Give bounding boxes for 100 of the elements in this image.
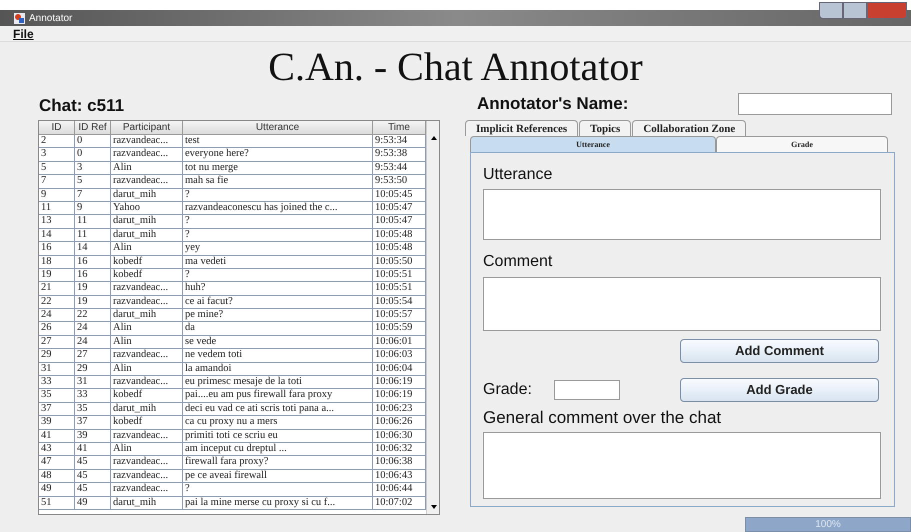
annotator-name-field[interactable]: [738, 92, 892, 114]
table-cell: razvandeac...: [111, 175, 183, 188]
grade-label: Grade:: [483, 380, 532, 400]
table-cell: 3: [39, 148, 75, 161]
table-cell: ?: [183, 483, 373, 496]
column-header[interactable]: ID: [39, 121, 75, 134]
column-header[interactable]: Time: [373, 121, 426, 134]
table-cell: darut_mih: [111, 215, 183, 228]
table-cell: 33: [39, 376, 75, 388]
table-cell: everyone here?: [183, 148, 373, 161]
table-cell: 19: [39, 268, 75, 282]
table-cell: 0: [75, 148, 111, 161]
tab[interactable]: Topics: [579, 120, 632, 136]
window-title: Annotator: [29, 12, 72, 26]
table-cell: 49: [75, 496, 111, 509]
table-cell: ?: [183, 188, 373, 201]
table-cell: am inceput cu dreptul ...: [183, 442, 373, 456]
add-comment-button[interactable]: Add Comment: [680, 339, 879, 363]
table-cell: 45: [75, 483, 111, 496]
table-cell: Alin: [111, 162, 183, 174]
table-cell: 7: [39, 175, 75, 188]
table-cell: 2: [39, 135, 75, 148]
table-cell: 27: [39, 336, 75, 348]
table-cell: razvandeac...: [111, 296, 183, 308]
table-cell: yey: [183, 242, 373, 255]
table-cell: razvandeac...: [111, 148, 183, 161]
table-cell: 11: [75, 228, 111, 242]
table-cell: razvandeac...: [111, 376, 183, 388]
table-cell: kobedf: [111, 389, 183, 402]
column-header[interactable]: Utterance: [183, 121, 373, 134]
tab[interactable]: Collaboration Zone: [632, 120, 746, 136]
table-cell: 11: [39, 202, 75, 214]
app-icon: [14, 12, 25, 24]
table-cell: tot nu merge: [183, 162, 373, 174]
general-comment-box[interactable]: [483, 432, 881, 500]
comment-box[interactable]: [483, 277, 881, 331]
table-cell: razvandeac...: [111, 282, 183, 295]
tab[interactable]: Utterance: [470, 136, 716, 152]
table-cell: 45: [75, 456, 111, 469]
table-cell: razvandeac...: [111, 483, 183, 496]
table-cell: 27: [75, 349, 111, 362]
table-cell: 45: [75, 470, 111, 482]
table-cell: darut_mih: [111, 309, 183, 322]
table-cell: 35: [75, 402, 111, 416]
table-cell: 33: [75, 389, 111, 402]
table-cell: 14: [39, 228, 75, 242]
table-cell: kobedf: [111, 416, 183, 429]
tab[interactable]: Grade: [716, 136, 888, 152]
table-cell: ce ai facut?: [183, 296, 373, 308]
grade-field[interactable]: [554, 380, 620, 400]
table-cell: Alin: [111, 362, 183, 376]
table-cell: 24: [75, 336, 111, 348]
table-cell: darut_mih: [111, 402, 183, 416]
table-cell: 18: [39, 256, 75, 268]
table-cell: Alin: [111, 242, 183, 255]
table-cell: ?: [183, 228, 373, 242]
table-cell: 5: [75, 175, 111, 188]
table-cell: 39: [39, 416, 75, 429]
minimize-button[interactable]: [819, 2, 843, 19]
column-header[interactable]: ID Ref: [75, 121, 111, 134]
table-cell: Alin: [111, 336, 183, 348]
column-header[interactable]: Participant: [111, 121, 183, 134]
table-cell: 26: [39, 322, 75, 335]
table-cell: 22: [39, 296, 75, 308]
table-cell: 31: [75, 376, 111, 388]
table-cell: 9: [75, 202, 111, 214]
general-comment-label: General comment over the chat: [483, 408, 722, 428]
add-grade-button[interactable]: Add Grade: [680, 378, 879, 402]
table-cell: 37: [75, 416, 111, 429]
table-cell: Yahoo: [111, 202, 183, 214]
table-cell: 14: [75, 242, 111, 255]
scrollbar[interactable]: [426, 121, 439, 514]
table-cell: kobedf: [111, 268, 183, 282]
utterance-label: Utterance: [483, 165, 554, 185]
table-cell: razvandeac...: [111, 456, 183, 469]
tab[interactable]: Implicit References: [465, 120, 578, 136]
table-cell: 48: [39, 470, 75, 482]
table-cell: 49: [39, 483, 75, 496]
utterance-box[interactable]: [483, 189, 881, 240]
table-cell: 37: [39, 402, 75, 416]
table-cell: 29: [39, 349, 75, 362]
progress-reading: 100%: [814, 518, 842, 531]
table-cell: Alin: [111, 442, 183, 456]
table-cell: 19: [75, 296, 111, 308]
menu-item[interactable]: File: [13, 24, 34, 42]
table-cell: 41: [39, 430, 75, 442]
maximize-button[interactable]: [843, 2, 867, 19]
table-cell: 24: [39, 309, 75, 322]
table-cell: test: [183, 135, 373, 148]
table-cell: pai la mine merse cu proxy si cu f...: [183, 496, 373, 509]
table-cell: 39: [75, 430, 111, 442]
table-cell: 29: [75, 362, 111, 376]
table-cell: firewall fara proxy?: [183, 456, 373, 469]
table-cell: 16: [75, 256, 111, 268]
table-cell: ma vedeti: [183, 256, 373, 268]
table-cell: darut_mih: [111, 188, 183, 201]
table-cell: 9: [39, 188, 75, 201]
table-cell: 3: [75, 162, 111, 174]
table-cell: ne vedem toti: [183, 349, 373, 362]
annotator-name-label: Annotator's Name:: [477, 92, 628, 115]
